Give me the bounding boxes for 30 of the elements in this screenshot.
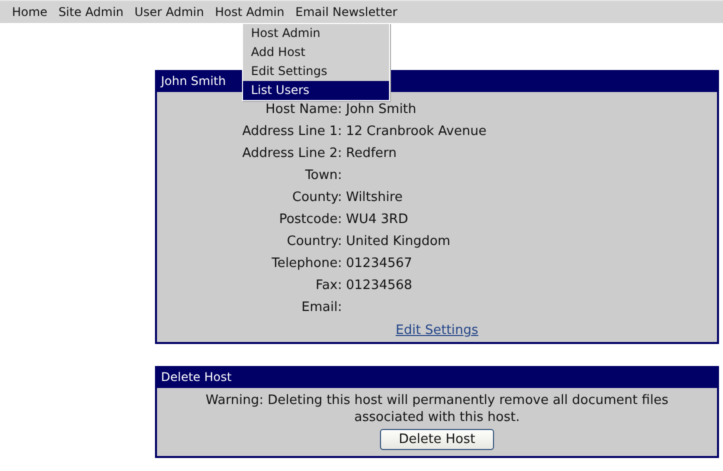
field-value: 01234567 [346,256,412,271]
menu-item[interactable]: Home [6,5,52,19]
field-label: Telephone: [270,255,342,273]
menu-item[interactable]: Host Admin [208,5,290,19]
field-label: Postcode: [278,211,342,229]
field-value: Redfern [346,146,397,161]
field-value: United Kingdom [346,234,450,249]
warning-text: Warning: Deleting this host will permanently remove all document files associated with this host. [204,392,670,426]
field-label: Host Name: [264,101,342,119]
field-value: WU4 3RD [346,212,408,227]
field-value: 01234568 [346,278,412,293]
dropdown-item[interactable]: List Users [243,81,389,100]
delete-host-button[interactable]: Delete Host [380,429,494,450]
menu-item[interactable]: Site Admin [52,5,129,19]
field-label: Town: [304,167,342,185]
field-label: Address Line 2: [241,145,342,163]
edit-settings-link[interactable]: Edit Settings [396,323,478,338]
field-label: Fax: [314,277,342,295]
dropdown-item[interactable]: Add Host [243,43,389,62]
menu-item[interactable]: Email Newsletter [289,5,402,19]
field-label: Address Line 1: [241,123,342,141]
menu-item[interactable]: User Admin [128,5,209,19]
field-label: Email: [300,299,342,317]
field-value: Wiltshire [346,190,403,205]
field-label: Country: [286,233,342,251]
field-label: County: [291,189,342,207]
dropdown-item[interactable]: Host Admin [243,24,389,43]
panel-header: Delete Host [155,366,719,388]
field-value: 12 Cranbrook Avenue [346,124,486,139]
field-value: John Smith [346,102,416,117]
